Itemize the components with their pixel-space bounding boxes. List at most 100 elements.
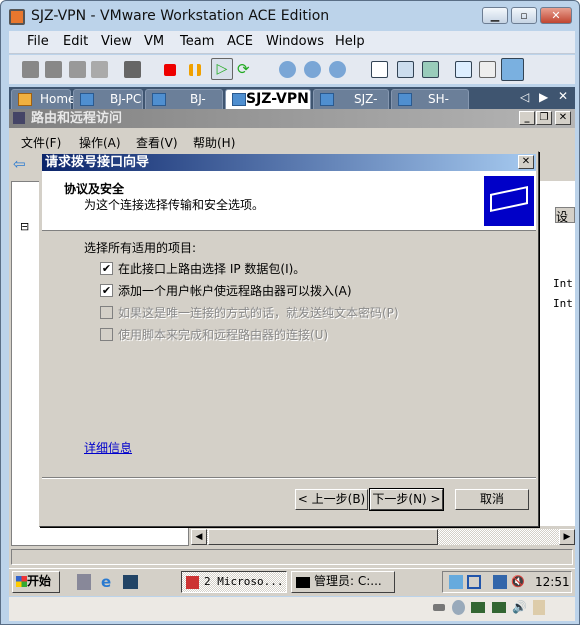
hard-disk-icon[interactable] [433, 604, 445, 611]
wizard-header-title: 协议及安全 [64, 182, 125, 196]
desktop-icon[interactable] [123, 575, 138, 589]
take-snapshot-icon[interactable] [279, 61, 296, 78]
ie-icon[interactable]: e [101, 574, 117, 590]
scroll-left-button[interactable]: ◀ [191, 529, 207, 545]
device-icon[interactable] [69, 61, 86, 78]
details-link[interactable]: 详细信息 [84, 439, 132, 456]
minimize-button[interactable]: ▁ [482, 7, 508, 24]
use-script-checkbox[interactable] [100, 328, 113, 341]
wizard-title: 请求拨号接口向导 [45, 155, 150, 170]
server-manager-icon[interactable] [77, 574, 91, 590]
close-button[interactable]: ✕ [540, 7, 572, 24]
tab-next-button[interactable]: ▶ [539, 90, 548, 104]
start-button[interactable]: 开始 [12, 571, 60, 593]
mmc-minimize-button[interactable]: _ [519, 111, 535, 125]
mmc-title-bar: 路由和远程访问 _ ❐ ✕ [9, 109, 575, 128]
sidebar-view-icon[interactable] [371, 61, 388, 78]
demand-dial-wizard: 请求拨号接口向导 ✕ 协议及安全 为这个连接选择传输和安全选项。 选择所有适用的… [39, 151, 539, 527]
menu-view[interactable]: View [101, 34, 132, 49]
tab-bj-pc[interactable]: BJ-PC [73, 89, 143, 109]
add-user-label[interactable]: 添加一个用户帐户使远程路由器可以拨入(A) [118, 282, 352, 299]
window-title: SJZ-VPN - VMware Workstation ACE Edition [31, 8, 330, 24]
tab-prev-button[interactable]: ◁ [520, 90, 529, 104]
column-header[interactable]: 设 [555, 207, 575, 224]
network-adapter-icon[interactable] [492, 602, 506, 613]
mmc-menu-file[interactable]: 文件(F) [21, 134, 61, 151]
network-adapter-icon[interactable] [471, 602, 485, 613]
pause-icon[interactable] [189, 64, 201, 76]
back-button[interactable]: < 上一步(B) [295, 489, 368, 510]
collapse-icon[interactable]: ⊟ [20, 220, 29, 233]
wizard-close-button[interactable]: ✕ [518, 155, 534, 169]
settings-icon[interactable] [455, 61, 472, 78]
horizontal-scrollbar[interactable]: ◀ ▶ [191, 529, 575, 545]
vm-icon [232, 93, 246, 106]
message-log-icon[interactable] [533, 600, 545, 615]
mmc-menu-action[interactable]: 操作(A) [79, 134, 121, 151]
guest-taskbar: 开始 e 2 Microso... 管理员: C:... 🔇 12:51 [9, 568, 575, 594]
mmc-close-button[interactable]: ✕ [555, 111, 571, 125]
guest-screen: 路由和远程访问 _ ❐ ✕ 文件(F) 操作(A) 查看(V) 帮助(H) ⇦ … [9, 109, 575, 596]
plaintext-password-label: 如果这是唯一连接的方式的话，就发送纯文本密码(P) [118, 306, 399, 320]
menu-team[interactable]: Team [180, 34, 214, 49]
cdrom-icon[interactable] [452, 600, 465, 615]
tab-home[interactable]: Home [11, 89, 75, 109]
tab-sjz-vpn[interactable]: SJZ-VPN [225, 89, 311, 109]
reset-icon[interactable]: ⟳ [237, 61, 254, 78]
stop-icon[interactable] [164, 64, 176, 76]
console-icon[interactable] [479, 61, 496, 78]
menu-help[interactable]: Help [335, 34, 365, 49]
vm-icon [398, 93, 412, 106]
menu-edit[interactable]: Edit [63, 34, 88, 49]
tab-label: Home [40, 92, 76, 106]
snapshot-icon[interactable] [124, 61, 141, 78]
revert-snapshot-icon[interactable] [304, 61, 321, 78]
usb-icon[interactable] [91, 61, 108, 78]
unity-icon[interactable] [501, 58, 524, 81]
next-button[interactable]: 下一步(N) > [369, 488, 444, 511]
taskbar-mmc-group[interactable]: 2 Microso... [181, 571, 287, 593]
fullscreen-icon[interactable] [397, 61, 414, 78]
taskbar-cmd[interactable]: 管理员: C:... [291, 571, 395, 593]
team-icon[interactable] [45, 61, 62, 78]
back-arrow-icon[interactable]: ⇦ [13, 155, 29, 173]
plaintext-password-checkbox[interactable] [100, 306, 113, 319]
vmware-logo-icon [9, 9, 25, 25]
separator [42, 477, 536, 479]
volume-muted-icon[interactable]: 🔇 [511, 575, 525, 589]
vm-icon [320, 93, 334, 106]
cancel-button[interactable]: 取消 [455, 489, 529, 510]
tab-bj-vpn[interactable]: BJ-VPN [145, 89, 223, 124]
sound-icon[interactable]: 🔊 [512, 600, 527, 614]
menu-windows[interactable]: Windows [266, 34, 324, 49]
team-icon[interactable] [22, 61, 39, 78]
list-item[interactable]: Int [553, 297, 573, 310]
tray-icon[interactable] [449, 575, 463, 589]
mmc-menu-help[interactable]: 帮助(H) [193, 134, 235, 151]
cmd-icon [296, 577, 310, 588]
list-item[interactable]: Int [553, 277, 573, 290]
route-ip-checkbox[interactable]: ✔ [100, 262, 113, 275]
menu-vm[interactable]: VM [144, 34, 164, 49]
add-user-checkbox[interactable]: ✔ [100, 284, 113, 297]
system-tray: 🔇 12:51 [442, 571, 572, 593]
tab-sjz-pc[interactable]: SJZ-PC [313, 89, 389, 124]
tab-sh-vpn[interactable]: SH-VPN [391, 89, 469, 124]
restore-button[interactable]: ▫ [511, 7, 537, 24]
mmc-menu-view[interactable]: 查看(V) [136, 134, 178, 151]
menu-file[interactable]: File [27, 34, 49, 49]
mmc-status-bar [11, 549, 573, 565]
scroll-right-button[interactable]: ▶ [559, 529, 575, 545]
play-icon[interactable]: ▷ [211, 58, 233, 80]
vmware-tools-icon[interactable] [467, 575, 481, 589]
title-bar: SJZ-VPN - VMware Workstation ACE Edition… [1, 1, 579, 31]
scroll-thumb[interactable] [208, 529, 438, 545]
quick-switch-icon[interactable] [422, 61, 439, 78]
tab-close-button[interactable]: ✕ [558, 89, 568, 103]
start-label: 开始 [27, 574, 52, 588]
route-ip-label[interactable]: 在此接口上路由选择 IP 数据包(I)。 [118, 260, 305, 277]
mmc-restore-button[interactable]: ❐ [536, 111, 552, 125]
snapshot-manager-icon[interactable] [329, 61, 346, 78]
network-icon[interactable] [493, 575, 507, 589]
menu-ace[interactable]: ACE [227, 34, 253, 49]
